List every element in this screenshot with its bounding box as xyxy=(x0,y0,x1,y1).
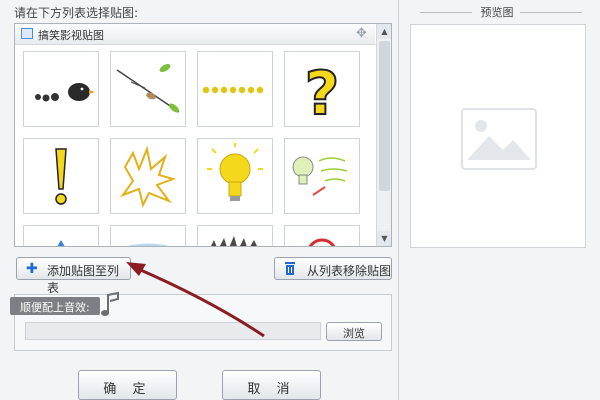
image-folder-icon xyxy=(21,28,33,39)
remove-sticker-button[interactable]: 从列表移除贴图 xyxy=(274,257,392,280)
svg-text:?: ? xyxy=(305,59,340,126)
sticker-list[interactable]: 搞笑影视贴图 ✥ ? ▲ ▼ xyxy=(14,23,392,247)
list-scrollbar[interactable]: ▲ ▼ xyxy=(376,24,391,246)
mountain-image-icon xyxy=(467,120,531,160)
image-placeholder-icon xyxy=(461,108,537,170)
remove-sticker-label: 从列表移除贴图 xyxy=(307,264,392,278)
red-sign-sticker-icon xyxy=(308,238,336,246)
question-mark-sticker-icon: ? xyxy=(304,58,341,130)
audio-label: 顺便配上音效: xyxy=(20,301,90,314)
spiky-burst-sticker-icon xyxy=(120,145,177,208)
ok-label: 确 定 xyxy=(103,382,152,397)
ok-button[interactable]: 确 定 xyxy=(78,370,177,400)
exclamation-mark-sticker-icon xyxy=(55,148,67,205)
panel-divider xyxy=(398,0,399,400)
browse-button[interactable]: 浏览 xyxy=(326,322,382,341)
move-icon[interactable]: ✥ xyxy=(356,26,367,41)
bird-dots-sticker-icon xyxy=(35,83,95,102)
sticker-cell[interactable] xyxy=(110,51,186,127)
cancel-button[interactable]: 取 消 xyxy=(222,370,321,400)
sticker-category-title: 搞笑影视贴图 xyxy=(38,29,104,42)
sticker-cell[interactable] xyxy=(23,51,99,127)
sticker-partial-icon xyxy=(127,243,169,246)
sticker-cell[interactable] xyxy=(197,225,273,246)
music-note-icon xyxy=(101,291,119,316)
sticker-cell[interactable] xyxy=(23,138,99,214)
trash-icon xyxy=(285,262,295,275)
sticker-cell[interactable] xyxy=(284,138,360,214)
sticker-cell[interactable] xyxy=(284,225,360,246)
preview-title: 预览图 xyxy=(480,6,514,19)
branch-leaves-sticker-icon xyxy=(116,64,180,113)
instruction-label: 请在下方列表选择贴图: xyxy=(14,6,139,20)
dark-grass-sticker-icon xyxy=(211,236,257,246)
add-sticker-button[interactable]: ✚ 添加贴图至列表 xyxy=(16,257,131,295)
sticker-cell[interactable] xyxy=(23,225,99,246)
light-bulb-handwriting-sticker-icon xyxy=(292,156,348,196)
cancel-label: 取 消 xyxy=(247,382,296,397)
sticker-grid: ? xyxy=(23,51,373,246)
sticker-cell[interactable] xyxy=(197,138,273,214)
audio-path-input[interactable] xyxy=(25,322,321,340)
scroll-down-icon[interactable]: ▼ xyxy=(377,231,391,246)
browse-label: 浏览 xyxy=(343,327,365,340)
sticker-cell[interactable] xyxy=(197,51,273,127)
light-bulb-sticker-icon xyxy=(207,143,263,201)
sticker-list-header: 搞笑影视贴图 ✥ xyxy=(15,24,375,45)
sticker-cell[interactable] xyxy=(110,138,186,214)
water-drop-sticker-icon xyxy=(57,240,65,246)
yellow-dots-sticker-icon xyxy=(202,86,264,94)
scroll-up-icon[interactable]: ▲ xyxy=(377,24,391,39)
plus-icon: ✚ xyxy=(26,261,38,277)
sticker-cell[interactable] xyxy=(110,225,186,246)
scrollbar-thumb[interactable] xyxy=(379,41,390,191)
sticker-cell[interactable]: ? xyxy=(284,51,360,130)
